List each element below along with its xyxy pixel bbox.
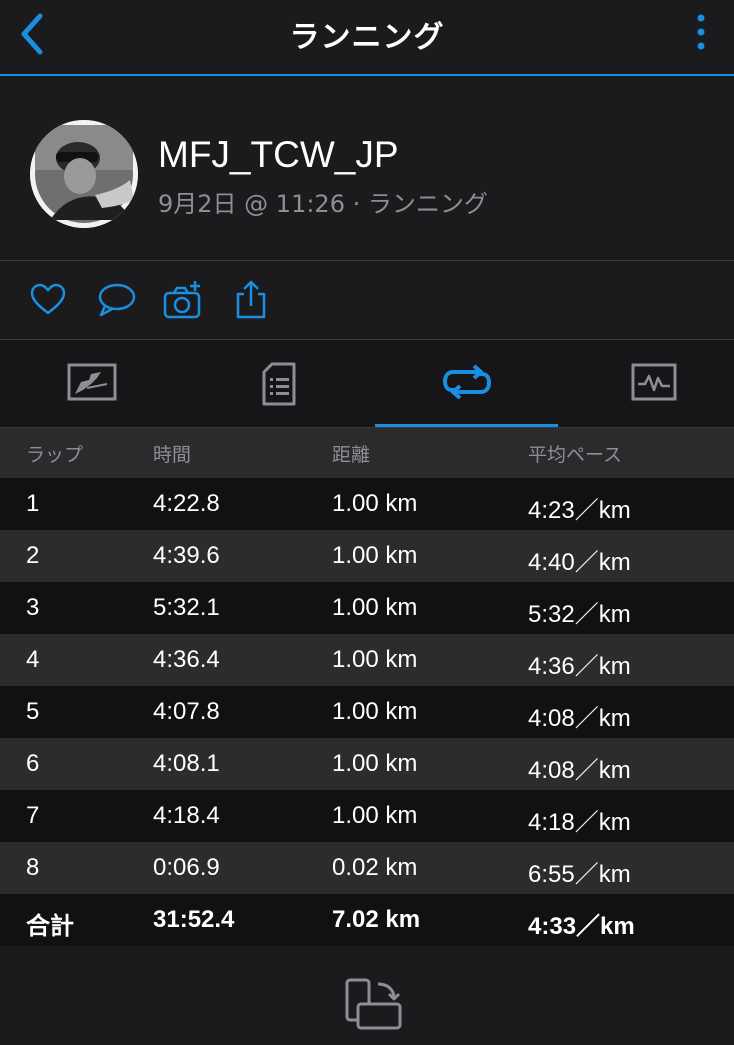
total-row: 合計 31:52.4 7.02 km 4:33／km [0,894,734,946]
lap-pace: 5:32／km [528,601,631,628]
comment-icon [98,283,136,317]
share-button[interactable] [230,279,272,321]
lap-time: 4:22.8 [153,490,220,517]
avatar[interactable] [30,120,138,228]
lap-pace: 4:23／km [528,497,631,524]
lap-time: 4:18.4 [153,802,220,829]
lap-number: 3 [26,594,40,621]
lap-distance: 1.00 km [332,698,418,725]
header-lap: ラップ [26,444,84,466]
tab-graph[interactable] [562,340,734,427]
total-time: 31:52.4 [153,906,235,933]
lap-pace: 4:08／km [528,757,631,784]
footer-bar [0,946,734,1045]
lap-number: 4 [26,646,40,673]
header-avg-pace: 平均ペース [528,444,623,466]
share-icon [236,280,266,319]
lap-pace: 4:08／km [528,705,631,732]
tab-details[interactable] [187,340,370,427]
lap-time: 4:08.1 [153,750,220,777]
lap-number: 1 [26,490,40,517]
tab-laps[interactable] [375,340,558,427]
lap-number: 8 [26,854,40,881]
username[interactable]: MFJ_TCW_JP [158,134,399,176]
table-row: 7 4:18.4 1.00 km 4:18／km [0,790,734,842]
table-row: 6 4:08.1 1.00 km 4:08／km [0,738,734,790]
lap-distance: 1.00 km [332,750,418,777]
rotate-screen-button[interactable] [342,978,406,1034]
total-pace: 4:33／km [528,913,635,940]
table-row: 1 4:22.8 1.00 km 4:23／km [0,478,734,530]
top-bar: ランニング [0,0,734,76]
page-title: ランニング [289,20,445,55]
table-row: 3 5:32.1 1.00 km 5:32／km [0,582,734,634]
chart-icon [631,363,676,401]
lap-distance: 1.00 km [332,802,418,829]
like-button[interactable] [27,279,69,321]
lap-time: 4:07.8 [153,698,220,725]
lap-number: 6 [26,750,40,777]
table-row: 5 4:07.8 1.00 km 4:08／km [0,686,734,738]
lap-distance: 1.00 km [332,594,418,621]
total-distance: 7.02 km [332,906,421,933]
lap-time: 5:32.1 [153,594,220,621]
laps-icon [442,364,491,400]
table-row: 8 0:06.9 0.02 km 6:55／km [0,842,734,894]
lap-pace: 4:40／km [528,549,631,576]
laps-table-header: ラップ 時間 距離 平均ペース [0,428,734,478]
lap-pace: 4:18／km [528,809,631,836]
lap-distance: 1.00 km [332,490,418,517]
activity-date-type: 9月2日 @ 11:26 · ランニング [158,190,488,218]
activity-tabs [0,340,734,428]
lap-time: 4:39.6 [153,542,220,569]
lap-number: 2 [26,542,40,569]
table-row: 2 4:39.6 1.00 km 4:40／km [0,530,734,582]
header-time: 時間 [153,444,192,466]
add-photo-button[interactable] [162,279,204,321]
action-bar [0,261,734,340]
more-vertical-icon [697,14,705,50]
tab-map[interactable] [0,340,183,427]
lap-pace: 6:55／km [528,861,631,888]
lap-pace: 4:36／km [528,653,631,680]
rotate-screen-icon [345,978,402,1030]
add-photo-icon [163,281,201,319]
lap-distance: 1.00 km [332,542,418,569]
lap-distance: 1.00 km [332,646,418,673]
map-icon [67,363,116,401]
heart-icon [30,283,66,315]
lap-number: 5 [26,698,40,725]
lap-time: 4:36.4 [153,646,220,673]
more-menu-button[interactable] [690,8,712,58]
document-icon [262,362,295,406]
activity-profile: MFJ_TCW_JP 9月2日 @ 11:26 · ランニング [0,76,734,261]
lap-distance: 0.02 km [332,854,418,881]
lap-number: 7 [26,802,40,829]
avatar-image [30,120,138,228]
header-distance: 距離 [332,444,371,466]
lap-time: 0:06.9 [153,854,220,881]
total-label: 合計 [26,913,74,940]
comment-button[interactable] [95,279,137,321]
laps-table: 1 4:22.8 1.00 km 4:23／km 2 4:39.6 1.00 k… [0,478,734,946]
table-row: 4 4:36.4 1.00 km 4:36／km [0,634,734,686]
